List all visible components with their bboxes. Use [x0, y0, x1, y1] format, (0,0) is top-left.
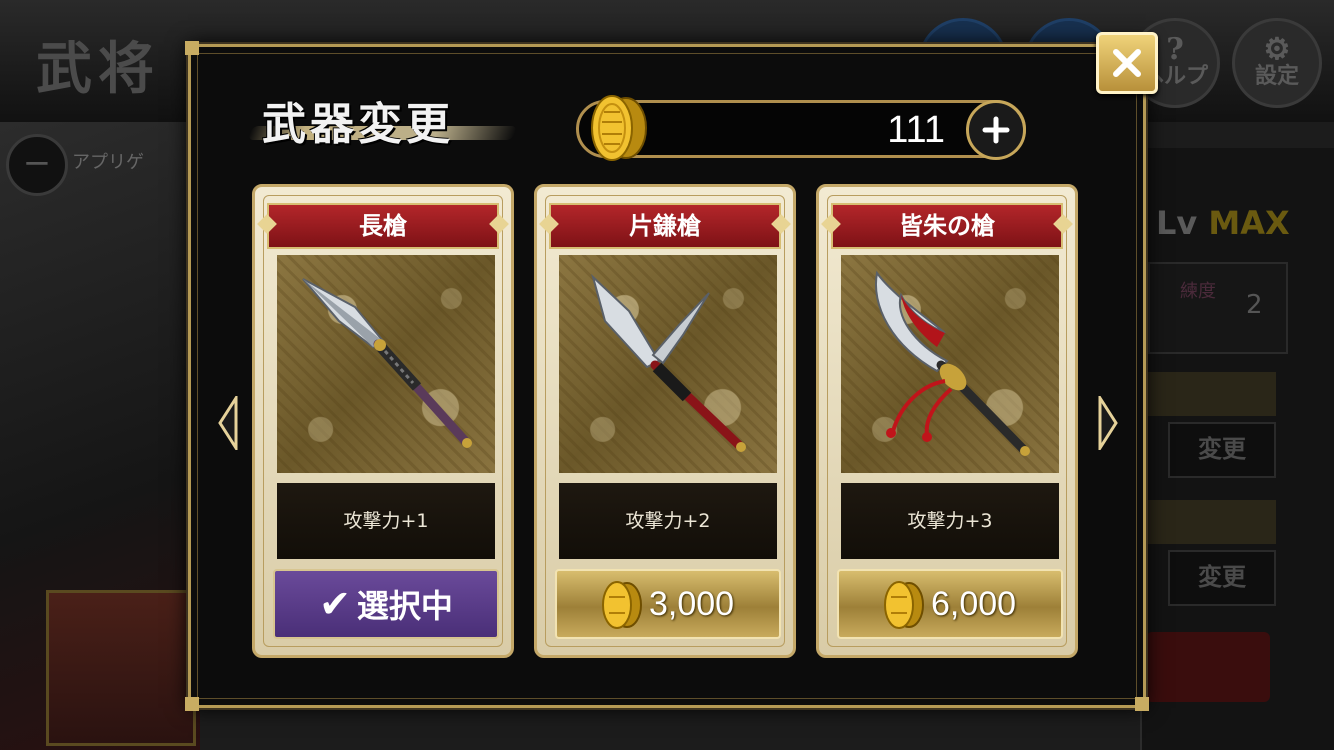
weapon-card[interactable]: 長槍 攻撃力+1 ✔ 選択中	[252, 184, 514, 658]
frame-corner	[185, 41, 199, 55]
settings-button: ⚙ 設定	[1232, 18, 1322, 108]
close-icon	[1113, 49, 1141, 77]
spear-icon	[302, 278, 472, 448]
weapon-stat: 攻撃力+2	[559, 483, 777, 559]
skill-kanji: 練度	[1180, 281, 1216, 302]
level-display: Lv MAX	[1156, 204, 1290, 242]
gold-coin-icon	[591, 95, 647, 161]
dialog-title: 武器変更	[262, 99, 454, 150]
equip-slot	[1148, 500, 1276, 544]
weapon-name: 皆朱の槍	[831, 203, 1063, 249]
weapon-artwork	[841, 255, 1059, 473]
change-button: 変更	[1168, 422, 1276, 478]
next-arrow-icon[interactable]	[1096, 396, 1120, 450]
weapon-card[interactable]: 片鎌槍 攻撃力+2 3,000	[534, 184, 796, 658]
gold-amount: 111	[887, 109, 945, 151]
background-red-button	[1146, 632, 1270, 702]
plus-icon	[982, 116, 1010, 144]
frame-corner	[185, 697, 199, 711]
apply-label: アプリゲ	[72, 152, 144, 173]
spear-icon	[591, 273, 746, 452]
selected-label: 選択中	[356, 587, 453, 625]
weapon-name: 片鎌槍	[549, 203, 781, 249]
purchase-button[interactable]: 3,000	[555, 569, 781, 639]
weapon-artwork	[559, 255, 777, 473]
purchase-button[interactable]: 6,000	[837, 569, 1063, 639]
level-prefix: Lv	[1156, 204, 1198, 242]
level-value: MAX	[1208, 204, 1290, 242]
weapon-name: 長槍	[267, 203, 499, 249]
price-amount: 6,000	[931, 585, 1017, 623]
add-gold-button[interactable]	[966, 100, 1026, 160]
dialog-title-area: 武器変更	[247, 88, 520, 152]
character-portrait	[46, 590, 196, 746]
selected-button[interactable]: ✔ 選択中	[273, 569, 499, 639]
change-button: 変更	[1168, 550, 1276, 606]
price-amount: 3,000	[649, 585, 735, 623]
close-button[interactable]	[1096, 32, 1158, 94]
skill-box: 練度 2	[1148, 262, 1288, 354]
spear-icon	[875, 270, 1030, 456]
weapon-artwork	[277, 255, 495, 473]
weapon-stat: 攻撃力+3	[841, 483, 1059, 559]
background-title: 武将	[36, 36, 160, 102]
weapon-card[interactable]: 皆朱の槍 攻撃力+3 6,000	[816, 184, 1078, 658]
gear-icon: ⚙	[1263, 32, 1291, 67]
skill-value: 2	[1246, 290, 1263, 320]
weapon-stat: 攻撃力+1	[277, 483, 495, 559]
previous-arrow-icon[interactable]	[216, 396, 240, 450]
gold-coin-icon	[602, 581, 642, 629]
gold-coin-icon	[884, 581, 924, 629]
checkmark-icon: ✔	[319, 582, 351, 626]
equip-slot	[1148, 372, 1276, 416]
frame-corner	[1135, 697, 1149, 711]
